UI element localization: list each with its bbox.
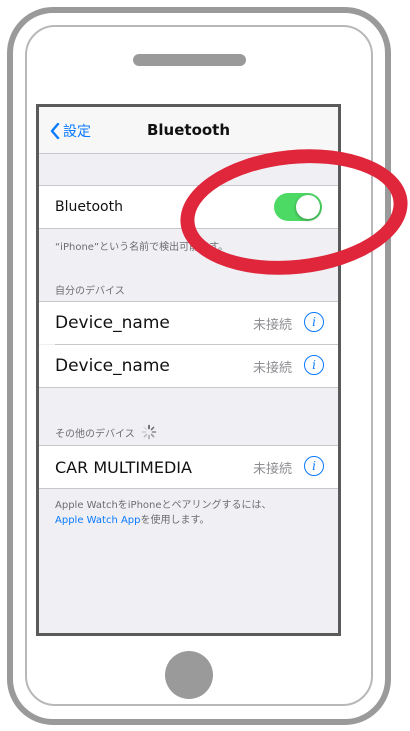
bluetooth-label: Bluetooth — [55, 199, 123, 215]
device-row[interactable]: Device_name 未接続 i — [39, 302, 338, 344]
other-devices-header: その他のデバイス — [55, 428, 135, 440]
page-title: Bluetooth — [146, 121, 231, 139]
phone-speaker — [133, 54, 246, 66]
connection-status: 未接続 — [252, 462, 292, 477]
info-circle-icon[interactable]: i — [304, 456, 324, 476]
other-devices-header-wrap: その他のデバイス — [55, 424, 157, 440]
connection-status: 未接続 — [252, 318, 292, 333]
connection-status: 未接続 — [252, 361, 292, 376]
navigation-bar: 設定 Bluetooth — [39, 107, 338, 154]
pairing-footer: Apple WatchをiPhoneとペアリングするには、 Apple Watc… — [55, 498, 324, 528]
my-devices-header: 自分のデバイス — [55, 286, 125, 297]
info-circle-icon[interactable]: i — [304, 312, 324, 332]
home-button[interactable] — [165, 651, 213, 699]
footer-line-1: Apple WatchをiPhoneとペアリングするには、 — [55, 500, 272, 511]
device-name: CAR MULTIMEDIA — [55, 457, 192, 477]
info-circle-icon[interactable]: i — [304, 355, 324, 375]
device-row[interactable]: CAR MULTIMEDIA 未接続 i — [39, 446, 338, 488]
apple-watch-app-link[interactable]: Apple Watch App — [55, 515, 141, 526]
device-name: Device_name — [55, 356, 170, 376]
divider — [39, 488, 338, 489]
device-row[interactable]: Device_name 未接続 i — [39, 345, 338, 387]
divider — [39, 387, 338, 388]
activity-spinner-icon — [141, 424, 157, 440]
footer-line-2-suffix: を使用します。 — [140, 515, 210, 526]
device-name: Device_name — [55, 313, 170, 333]
footer-line-2: Apple Watch Appを使用します。 — [55, 513, 324, 528]
